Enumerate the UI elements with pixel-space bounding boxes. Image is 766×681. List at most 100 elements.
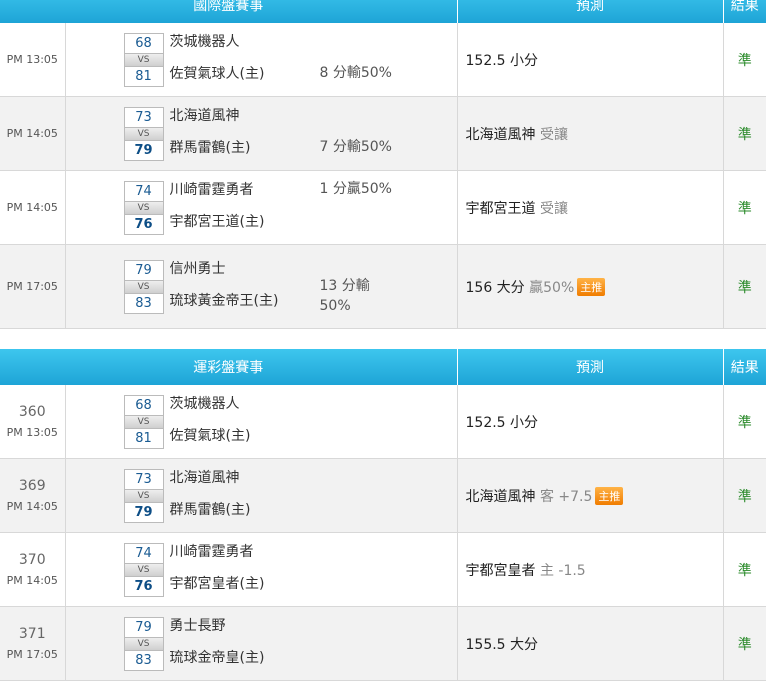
prediction-detail: 客 +7.5 — [539, 488, 593, 505]
score-box: 79 VS 83 — [123, 260, 164, 314]
prediction-main: 152.5 小分 — [465, 414, 539, 431]
vs-label: VS — [124, 280, 163, 294]
matchup-cell: 68 VS 81 茨城機器人佐賀氣球人(主) 8 分輸50% — [65, 23, 458, 97]
score-box: 73 VS 79 — [123, 107, 164, 161]
match-row: PM 14:05 73 VS 79 北海道風神群馬雷鶴(主) 7 分輸50% 北海道風神 受… — [0, 96, 766, 171]
vs-label: VS — [124, 637, 163, 651]
prediction-header: 預測 — [457, 0, 724, 23]
handicap-result: 1 分贏50% — [319, 181, 392, 197]
match-time: PM 14:05 — [6, 127, 58, 140]
away-team[interactable]: 北海道風神 — [170, 467, 240, 487]
matchup-cell: 74 VS 76 川崎雷霆勇者 宇都宮皇者(主) — [65, 532, 458, 607]
home-score: 79 — [134, 143, 153, 158]
match-time-cell: 371 PM 17:05 — [0, 606, 66, 681]
result-cell: 準 — [723, 23, 766, 97]
match-row: 369 PM 14:05 73 VS 79 北海道風神群馬雷鶴(主) 北海道風神 客 +7.… — [0, 458, 766, 533]
featured-pick-badge: 主推 — [577, 277, 606, 296]
away-score: 73 — [135, 472, 152, 487]
prediction-cell: 156 大分 贏50% 主推 — [457, 244, 724, 329]
matchup-cell: 68 VS 81 茨城機器人 佐賀氣球(主) — [65, 385, 458, 459]
intl-section-title: 國際盤賽事 — [0, 0, 458, 23]
match-time-cell: PM 14:05 — [0, 170, 66, 245]
prediction-cell: 155.5 大分 — [457, 606, 724, 681]
prediction-cell: 宇都宮王道 受讓 — [457, 170, 724, 245]
match-row: 371 PM 17:05 79 VS 83 勇士長野 琉球金帝皇(主) 155.5 大分 準 — [0, 606, 766, 681]
home-team[interactable]: 琉球金帝皇(主) — [170, 647, 265, 667]
game-number: 370 — [18, 552, 46, 568]
page: 國際盤賽事 預測 結果 PM 13:05 68 VS 81 茨城機器人 佐賀氣球人(主) 8… — [0, 0, 766, 681]
home-team[interactable]: 宇都宮王道(主) — [170, 211, 265, 231]
away-team[interactable]: 勇士長野 — [170, 615, 226, 635]
home-team[interactable]: 群馬雷鶴(主) — [170, 499, 251, 519]
score-box: 73 VS 79 — [123, 469, 164, 523]
home-team[interactable]: 佐賀氣球人(主) — [170, 63, 265, 83]
match-time-cell: PM 14:05 — [0, 96, 66, 171]
away-team[interactable]: 茨城機器人 — [170, 393, 240, 413]
match-row: 360 PM 13:05 68 VS 81 茨城機器人 佐賀氣球(主) 152.5 小分 準 — [0, 385, 766, 459]
match-time: PM 13:05 — [6, 53, 58, 66]
match-time: PM 17:05 — [6, 280, 58, 293]
prediction-cell: 北海道風神 受讓 — [457, 96, 724, 171]
prediction-detail: 主 -1.5 — [539, 562, 586, 579]
away-score: 68 — [135, 398, 152, 413]
away-team[interactable]: 川崎雷霆勇者 — [170, 541, 254, 561]
away-score: 74 — [135, 546, 152, 561]
match-time-cell: 369 PM 14:05 — [0, 458, 66, 533]
vs-label: VS — [124, 127, 163, 141]
score-box: 68 VS 81 — [123, 395, 164, 449]
match-time: PM 14:05 — [6, 500, 58, 513]
prediction-main: 北海道風神 — [465, 488, 536, 505]
prediction-main: 北海道風神 — [465, 126, 536, 143]
matchup-cell: 73 VS 79 北海道風神群馬雷鶴(主) — [65, 458, 458, 533]
away-team[interactable]: 茨城機器人 — [170, 31, 240, 51]
vs-label: VS — [124, 563, 163, 577]
match-row: PM 13:05 68 VS 81 茨城機器人佐賀氣球人(主) 8 分輸50% 152.5 … — [0, 23, 766, 97]
home-team[interactable]: 琉球黃金帝王(主) — [170, 290, 279, 310]
result-cell: 準 — [723, 385, 766, 459]
handicap-result: 8 分輸50% — [319, 65, 392, 81]
result-header: 結果 — [723, 0, 766, 23]
match-time-cell: 360 PM 13:05 — [0, 385, 66, 459]
result-cell: 準 — [723, 170, 766, 245]
match-time: PM 14:05 — [6, 201, 58, 214]
prediction-cell: 152.5 小分 — [457, 23, 724, 97]
match-time: PM 17:05 — [6, 648, 58, 661]
score-box: 74 VS 76 — [123, 543, 164, 597]
home-score: 76 — [134, 579, 153, 594]
featured-pick-badge: 主推 — [595, 486, 624, 505]
match-time: PM 13:05 — [6, 426, 58, 439]
score-box: 68 VS 81 — [123, 33, 164, 87]
matchup-cell: 79 VS 83 信州勇士 琉球黃金帝王(主) 13 分輸 50% — [65, 244, 458, 329]
away-score: 79 — [135, 263, 152, 278]
prediction-detail: 贏50% — [529, 279, 575, 296]
prediction-cell: 宇都宮皇者 主 -1.5 — [457, 532, 724, 607]
intl-match-table: 國際盤賽事 預測 結果 PM 13:05 68 VS 81 茨城機器人佐賀氣球人(主) 8… — [0, 0, 766, 329]
away-score: 74 — [135, 184, 152, 199]
prediction-main: 宇都宮王道 — [465, 200, 536, 217]
match-time-cell: PM 13:05 — [0, 23, 66, 97]
result-cell: 準 — [723, 96, 766, 171]
game-number: 369 — [18, 478, 46, 494]
match-row: PM 17:05 79 VS 83 信州勇士 琉球黃金帝王(主) 13 分輸 50% 156 大… — [0, 244, 766, 329]
game-number: 360 — [18, 404, 46, 420]
home-team[interactable]: 宇都宮皇者(主) — [170, 573, 265, 593]
away-score: 73 — [135, 110, 152, 125]
prediction-detail: 受讓 — [539, 126, 568, 143]
away-team[interactable]: 川崎雷霆勇者 — [170, 179, 254, 199]
matchup-cell: 74 VS 76 川崎雷霆勇者 宇都宮王道(主) 1 分贏50% — [65, 170, 458, 245]
prediction-main: 宇都宮皇者 — [465, 562, 536, 579]
lottery-section-title: 運彩盤賽事 — [0, 349, 458, 385]
home-score: 79 — [134, 505, 153, 520]
matchup-cell: 79 VS 83 勇士長野 琉球金帝皇(主) — [65, 606, 458, 681]
home-score: 83 — [135, 653, 152, 668]
prediction-cell: 152.5 小分 — [457, 385, 724, 459]
away-team[interactable]: 信州勇士 — [170, 258, 226, 278]
home-team[interactable]: 群馬雷鶴(主) — [170, 137, 251, 157]
away-team[interactable]: 北海道風神 — [170, 105, 240, 125]
score-box: 74 VS 76 — [123, 181, 164, 235]
score-box: 79 VS 83 — [123, 617, 164, 671]
result-cell: 準 — [723, 244, 766, 329]
handicap-result: 7 分輸50% — [319, 139, 392, 155]
home-team[interactable]: 佐賀氣球(主) — [170, 425, 251, 445]
vs-label: VS — [124, 415, 163, 429]
